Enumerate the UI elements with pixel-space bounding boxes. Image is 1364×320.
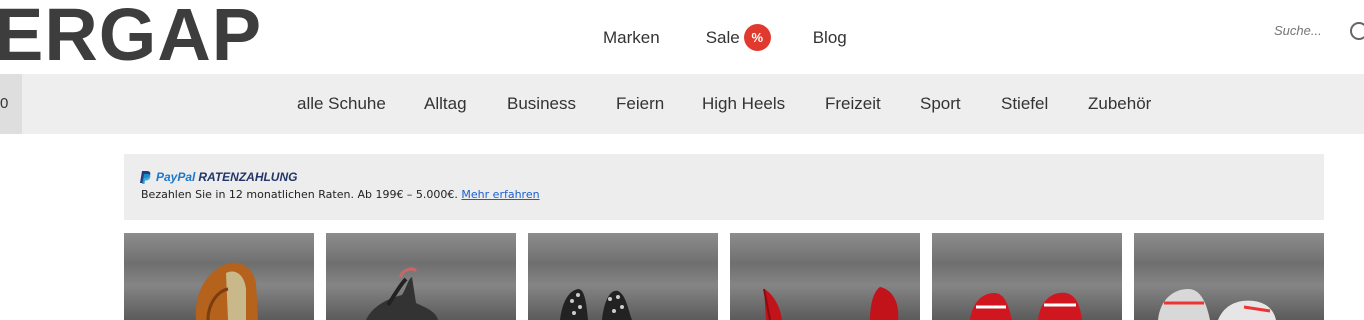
red-high-heel-icon (763, 287, 899, 320)
search-icon[interactable] (1350, 22, 1364, 40)
cat-high-heels[interactable]: High Heels (702, 94, 785, 114)
category-tile-oxford[interactable] (326, 233, 516, 320)
cat-feiern[interactable]: Feiern (616, 94, 664, 114)
category-bar: 0 alle Schuhe Alltag Business Feiern Hig… (0, 74, 1364, 134)
category-tile-loafer[interactable] (124, 233, 314, 320)
site-logo[interactable]: ERGAP (0, 0, 262, 74)
cat-business[interactable]: Business (507, 94, 576, 114)
red-sneaker-icon (970, 292, 1082, 320)
cat-freizeit[interactable]: Freizeit (825, 94, 881, 114)
cat-alle-schuhe[interactable]: alle Schuhe (297, 94, 386, 114)
category-tile-sneaker[interactable] (932, 233, 1122, 320)
cat-zubehoer[interactable]: Zubehör (1088, 94, 1151, 114)
studded-high-heel-icon (560, 289, 632, 320)
brown-loafer-shoe-icon (195, 262, 258, 320)
cat-alltag[interactable]: Alltag (424, 94, 467, 114)
search-input[interactable] (1274, 23, 1334, 38)
category-tile-sport[interactable] (1134, 233, 1324, 320)
paypal-header: PayPal RATENZAHLUNG (140, 170, 297, 184)
nav-sale[interactable]: Sale % (706, 24, 771, 51)
sport-sneaker-icon (1158, 289, 1276, 320)
cat-sport[interactable]: Sport (920, 94, 961, 114)
black-oxford-shoe-icon (366, 267, 438, 320)
paypal-logo-icon (140, 170, 151, 184)
top-nav: Marken Sale % Blog (603, 24, 847, 51)
sale-percent-badge: % (743, 24, 771, 51)
category-tile-studded-heel[interactable] (528, 233, 718, 320)
paypal-title: RATENZAHLUNG (198, 170, 298, 184)
paypal-brand: PayPal (156, 170, 196, 184)
search-box (1274, 22, 1364, 46)
category-tile-red-heel[interactable] (730, 233, 920, 320)
paypal-learn-more-link[interactable]: Mehr erfahren (461, 188, 539, 201)
paypal-text: Bezahlen Sie in 12 monatlichen Raten. Ab… (141, 188, 458, 201)
nav-marken[interactable]: Marken (603, 28, 660, 48)
paypal-installment-banner: PayPal RATENZAHLUNG Bezahlen Sie in 12 m… (124, 154, 1324, 220)
paypal-description: Bezahlen Sie in 12 monatlichen Raten. Ab… (141, 188, 540, 201)
nav-blog[interactable]: Blog (813, 28, 847, 48)
cat-stiefel[interactable]: Stiefel (1001, 94, 1048, 114)
cart-count[interactable]: 0 (0, 74, 22, 134)
nav-sale-label: Sale (705, 27, 740, 47)
